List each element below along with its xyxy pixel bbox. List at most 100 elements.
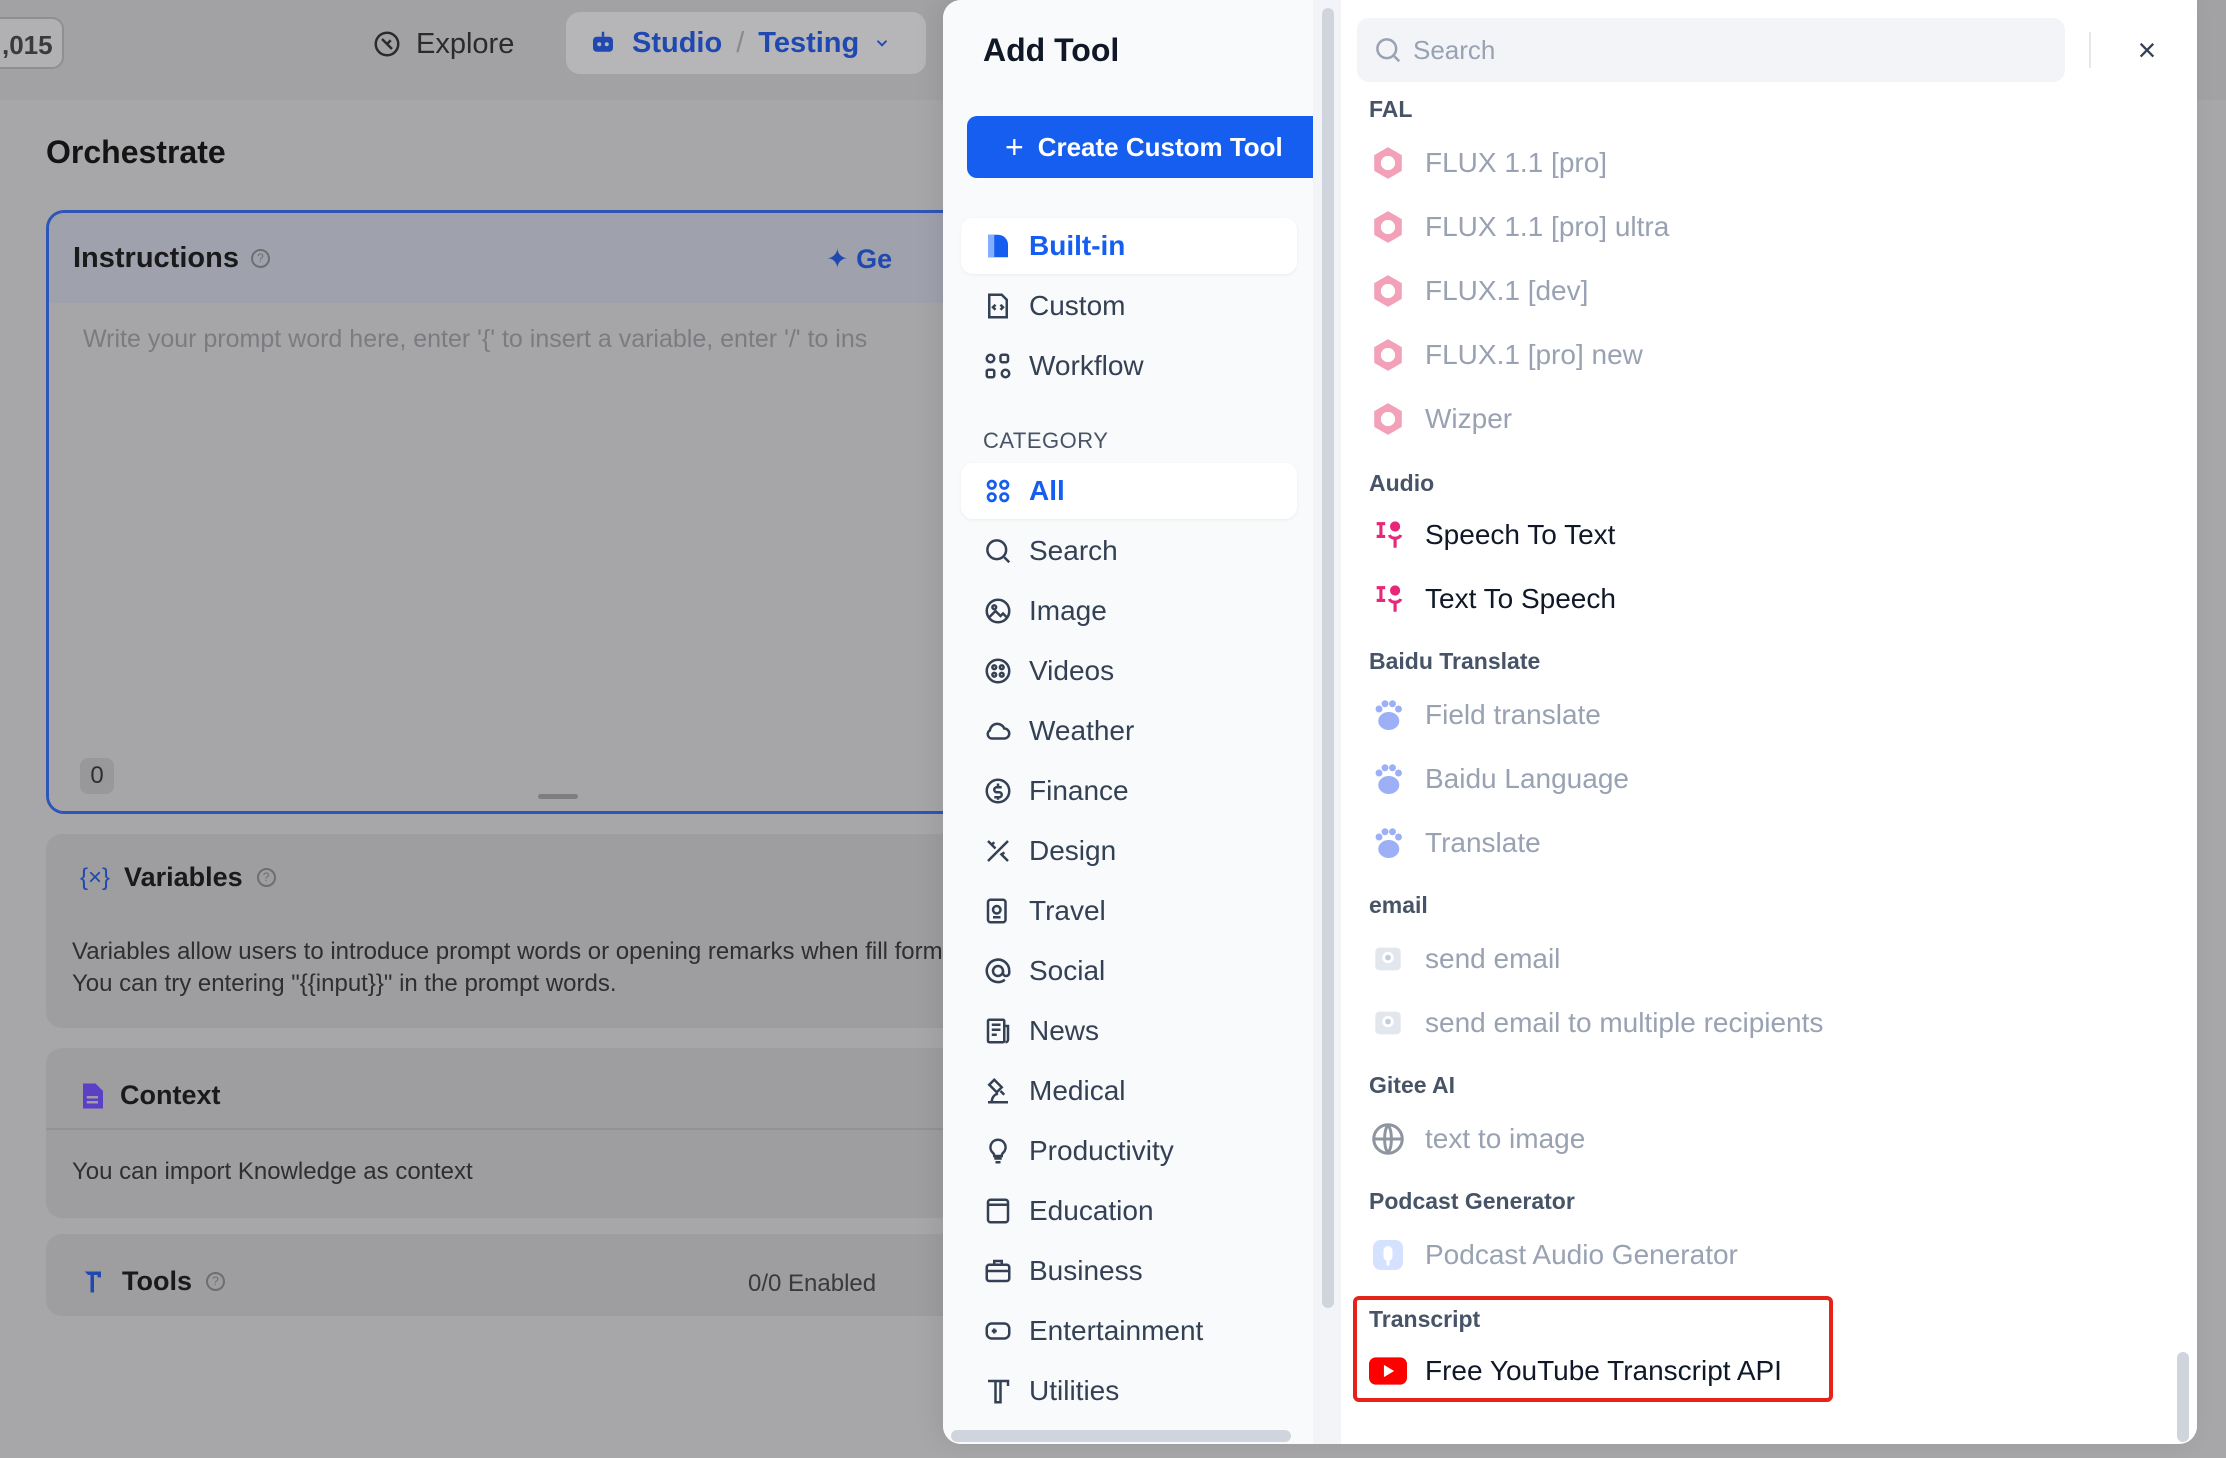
studio-breadcrumb[interactable]: Studio / Testing	[566, 12, 926, 74]
category-label: Entertainment	[1029, 1315, 1204, 1346]
tab-label: Built-in	[1029, 230, 1126, 261]
context-title: Context	[120, 1080, 221, 1110]
finance-icon	[985, 778, 1011, 804]
category-label: Design	[1029, 835, 1117, 866]
category-label: Business	[1029, 1255, 1143, 1286]
chevron-down-icon[interactable]	[873, 34, 891, 52]
tool-item[interactable]: FLUX 1.1 [pro] ultra	[1369, 202, 1669, 252]
group-heading-baidu: Baidu Translate	[1369, 648, 1541, 674]
studio-label[interactable]: Studio	[632, 27, 722, 60]
group-heading-gitee: Gitee AI	[1369, 1072, 1456, 1098]
robot-icon	[593, 31, 613, 52]
tools-enabled-count: 0/0 Enabled	[748, 1270, 877, 1297]
tab-label: Custom	[1029, 290, 1126, 321]
modal-sidebar: Add Tool + Create Custom Tool Built-in C…	[943, 0, 1313, 1444]
tool-name: send email to multiple recipients	[1425, 1007, 1824, 1038]
category-utilities[interactable]: Utilities	[961, 1363, 1297, 1419]
category-image[interactable]: Image	[961, 583, 1297, 639]
category-productivity[interactable]: Productivity	[961, 1123, 1297, 1179]
category-design[interactable]: Design	[961, 823, 1297, 879]
generate-button[interactable]: ✦ Ge	[826, 244, 892, 275]
variables-title: Variables	[124, 862, 243, 892]
category-label: Finance	[1029, 775, 1129, 806]
baidu-paw-icon	[1369, 824, 1407, 862]
credit-badge[interactable]: ,015	[0, 17, 64, 69]
header-separator	[2089, 32, 2091, 68]
category-all[interactable]: All	[961, 463, 1297, 519]
sidebar-horizontal-scrollbar[interactable]	[951, 1430, 1291, 1442]
close-icon[interactable]: ×	[2127, 30, 2167, 70]
breadcrumb-separator: /	[736, 26, 745, 59]
videos-icon	[985, 658, 1011, 684]
tool-item[interactable]: Wizper	[1369, 394, 1512, 444]
page-title: Orchestrate	[46, 134, 226, 170]
tool-item[interactable]: Translate	[1369, 818, 1541, 868]
search-input[interactable]: Search	[1357, 18, 2065, 82]
tool-item[interactable]: send email	[1369, 934, 1560, 984]
create-custom-tool-button[interactable]: + Create Custom Tool	[967, 116, 1313, 178]
category-finance[interactable]: Finance	[961, 763, 1297, 819]
tab-workflow[interactable]: Workflow	[961, 338, 1297, 394]
tool-name: Field translate	[1425, 699, 1601, 730]
tool-item[interactable]: FLUX 1.1 [pro]	[1369, 138, 1607, 188]
tab-built-in[interactable]: Built-in	[961, 218, 1297, 274]
instructions-body[interactable]	[49, 303, 1003, 811]
tool-item[interactable]: Text To Speech	[1369, 574, 1616, 624]
globe-icon	[1369, 1120, 1407, 1158]
explore-nav[interactable]: Explore	[372, 20, 514, 68]
tool-item[interactable]: send email to multiple recipients	[1369, 998, 1823, 1048]
utilities-icon	[988, 1379, 1010, 1404]
productivity-icon	[989, 1138, 1007, 1164]
sidebar-scrollbar[interactable]	[1322, 8, 1334, 1308]
group-heading-email: email	[1369, 892, 1428, 918]
variables-description: Variables allow users to introduce promp…	[72, 938, 962, 997]
tab-custom[interactable]: Custom	[961, 278, 1297, 334]
tool-item[interactable]: Speech To Text	[1369, 510, 1615, 560]
baidu-paw-icon	[1369, 760, 1407, 798]
generate-label: Ge	[856, 244, 893, 274]
help-icon: ?	[250, 248, 270, 268]
tool-item[interactable]: text to image	[1369, 1114, 1585, 1164]
category-label: Utilities	[1029, 1375, 1120, 1406]
category-education[interactable]: Education	[961, 1183, 1297, 1239]
news-icon	[986, 1018, 1010, 1044]
tool-name: text to image	[1425, 1123, 1586, 1154]
travel-icon	[986, 898, 1007, 924]
document-icon	[83, 1083, 103, 1108]
tool-name: FLUX 1.1 [pro]	[1425, 147, 1608, 178]
sparkle-icon: ✦	[826, 244, 849, 274]
category-entertainment[interactable]: Entertainment	[961, 1303, 1297, 1359]
tool-list-scrollbar[interactable]	[2177, 1352, 2189, 1442]
custom-icon	[988, 293, 1008, 319]
category-search[interactable]: Search	[961, 523, 1297, 579]
category-videos[interactable]: Videos	[961, 643, 1297, 699]
tool-item[interactable]: Field translate	[1369, 690, 1601, 740]
create-custom-tool-label: Create Custom Tool	[1037, 131, 1283, 162]
variables-title-row: {×} Variables ?	[80, 862, 276, 893]
category-weather[interactable]: Weather	[961, 703, 1297, 759]
app-name[interactable]: Testing	[758, 27, 859, 60]
tool-item[interactable]: FLUX.1 [dev]	[1369, 266, 1588, 316]
category-label: Image	[1029, 595, 1107, 626]
category-label: Medical	[1029, 1075, 1126, 1106]
audio-icon	[1369, 516, 1407, 554]
search-icon	[1376, 38, 1401, 63]
category-travel[interactable]: Travel	[961, 883, 1297, 939]
education-icon	[986, 1198, 1010, 1224]
explore-label: Explore	[416, 27, 515, 60]
context-title-row: Context	[80, 1080, 221, 1111]
category-label: News	[1029, 1015, 1100, 1046]
tool-item[interactable]: Podcast Audio Generator	[1369, 1230, 1738, 1280]
tool-item[interactable]: FLUX.1 [pro] new	[1369, 330, 1643, 380]
context-card	[46, 1048, 1006, 1218]
tool-name: Speech To Text	[1425, 519, 1616, 550]
category-medical[interactable]: Medical	[961, 1063, 1297, 1119]
category-news[interactable]: News	[961, 1003, 1297, 1059]
category-social[interactable]: Social	[961, 943, 1297, 999]
category-business[interactable]: Business	[961, 1243, 1297, 1299]
social-icon	[985, 958, 1011, 984]
tool-item[interactable]: Baidu Language	[1369, 754, 1629, 804]
resize-handle[interactable]	[538, 794, 578, 799]
context-description: You can import Knowledge as context	[72, 1158, 473, 1185]
category-label: Weather	[1029, 715, 1135, 746]
